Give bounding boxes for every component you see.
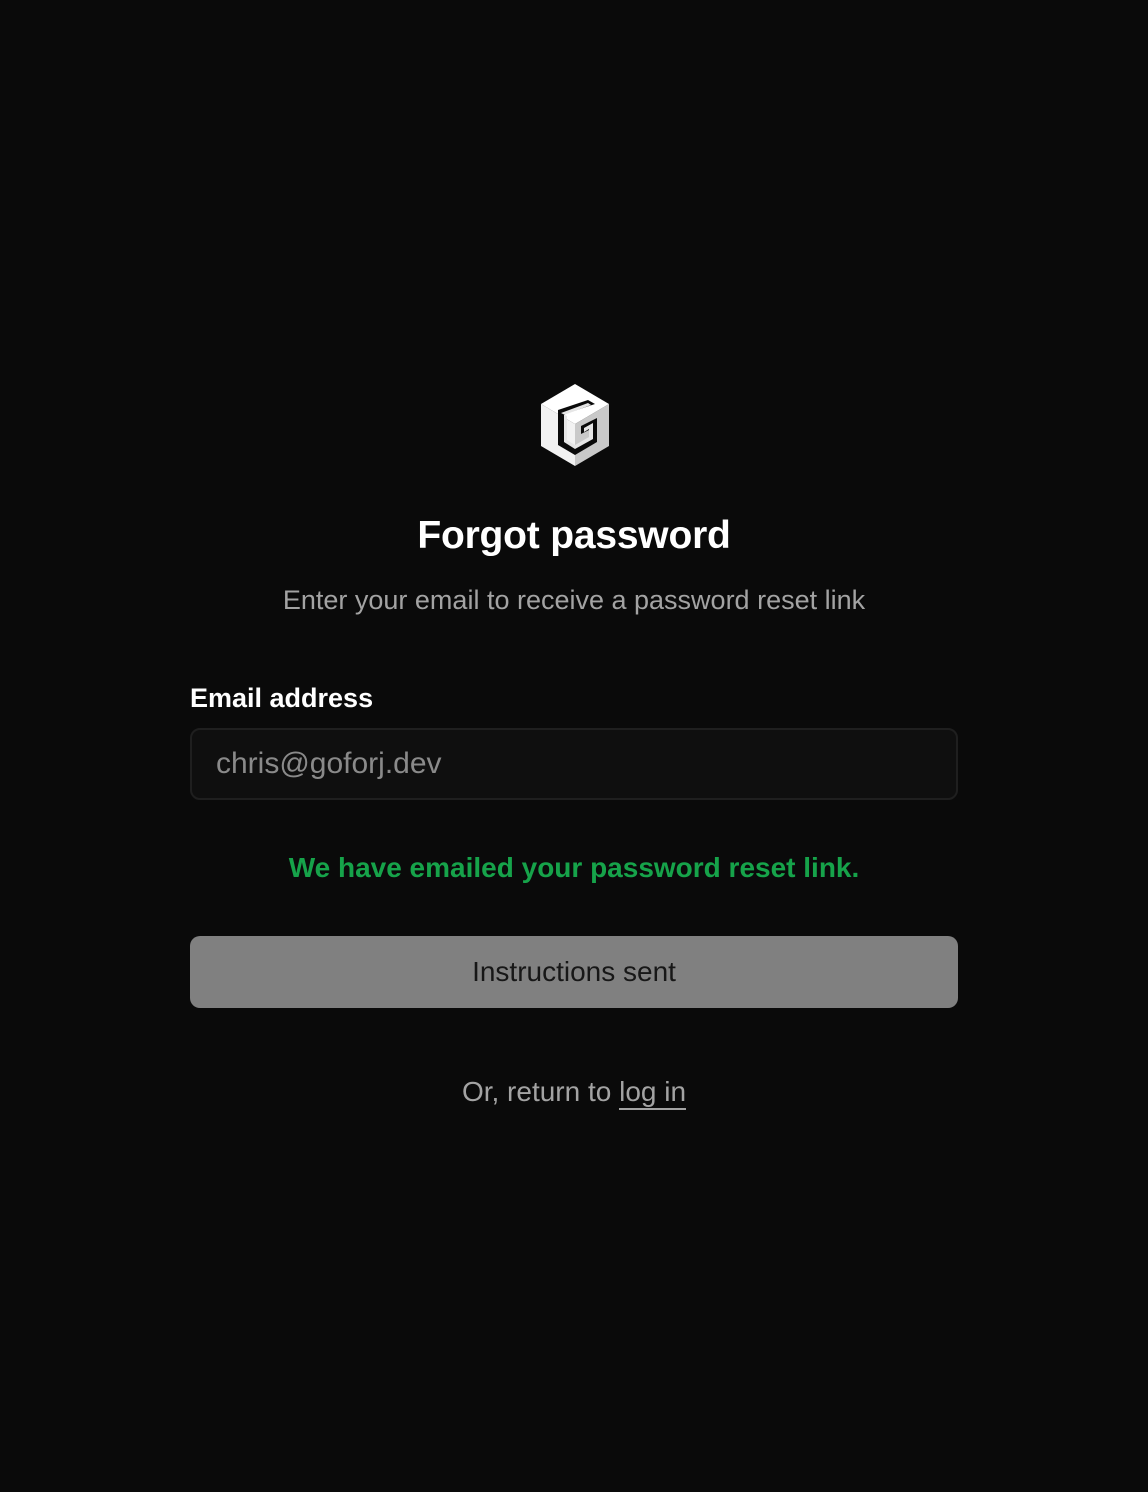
- brand-logo: [537, 382, 613, 468]
- login-footer: Or, return to log in: [0, 1074, 1148, 1110]
- page-subtitle: Enter your email to receive a password r…: [282, 585, 866, 615]
- footer-prefix: Or, return to: [461, 1076, 612, 1107]
- email-label: Email address: [190, 683, 374, 713]
- cube-g-logo-icon: [541, 384, 609, 466]
- success-message: We have emailed your password reset link…: [288, 852, 860, 883]
- forgot-password-page: Forgot password Enter your email to rece…: [0, 0, 1148, 1492]
- submit-button[interactable]: Instructions sent: [190, 936, 958, 1008]
- page-title: Forgot password: [417, 514, 731, 557]
- login-link[interactable]: log in: [619, 1076, 687, 1110]
- email-input[interactable]: [190, 728, 958, 800]
